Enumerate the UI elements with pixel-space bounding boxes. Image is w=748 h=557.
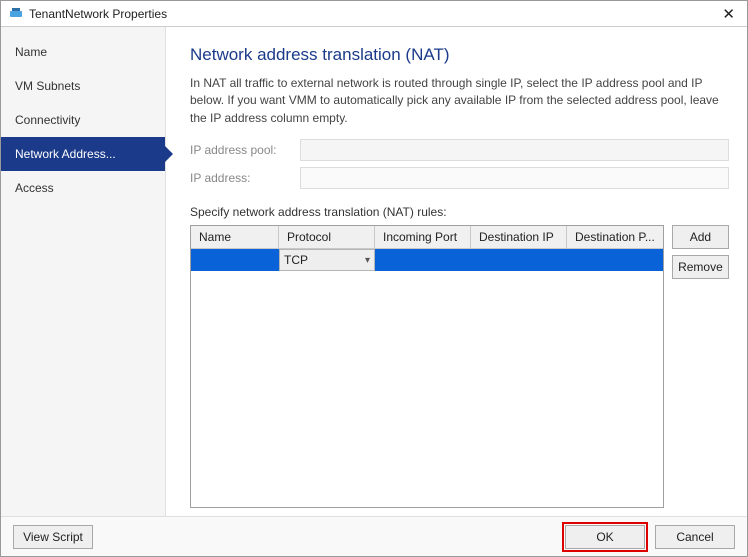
- ip-address-input[interactable]: [300, 167, 729, 189]
- cancel-label: Cancel: [676, 530, 713, 544]
- cancel-button[interactable]: Cancel: [655, 525, 735, 549]
- protocol-value: TCP: [284, 253, 308, 267]
- ip-pool-select[interactable]: [300, 139, 729, 161]
- page-title: Network address translation (NAT): [190, 45, 729, 65]
- sidebar-item-connectivity[interactable]: Connectivity: [1, 103, 165, 137]
- col-header-protocol[interactable]: Protocol: [279, 226, 375, 248]
- cell-protocol-select[interactable]: TCP ▾: [279, 249, 375, 271]
- rules-label: Specify network address translation (NAT…: [190, 205, 729, 219]
- window-title: TenantNetwork Properties: [29, 7, 167, 21]
- sidebar-item-label: VM Subnets: [15, 79, 80, 93]
- sidebar-item-access[interactable]: Access: [1, 171, 165, 205]
- sidebar-item-label: Access: [15, 181, 54, 195]
- ok-button[interactable]: OK: [565, 525, 645, 549]
- sidebar: Name VM Subnets Connectivity Network Add…: [1, 27, 166, 516]
- nat-rules-grid: Name Protocol Incoming Port Destination …: [190, 225, 664, 508]
- ip-address-label: IP address:: [190, 171, 300, 185]
- main-panel: Network address translation (NAT) In NAT…: [166, 27, 747, 516]
- cell-incoming-port[interactable]: [375, 249, 471, 271]
- col-header-name[interactable]: Name: [191, 226, 279, 248]
- remove-button[interactable]: Remove: [672, 255, 729, 279]
- app-icon: [9, 5, 23, 22]
- sidebar-item-label: Network Address...: [15, 147, 116, 161]
- page-description: In NAT all traffic to external network i…: [190, 75, 729, 127]
- cell-destination-port[interactable]: [567, 249, 663, 271]
- close-icon[interactable]: ✕: [718, 5, 739, 23]
- sidebar-item-name[interactable]: Name: [1, 35, 165, 69]
- remove-button-label: Remove: [678, 260, 723, 274]
- sidebar-item-vm-subnets[interactable]: VM Subnets: [1, 69, 165, 103]
- sidebar-item-network-address[interactable]: Network Address...: [1, 137, 165, 171]
- chevron-down-icon: ▾: [365, 255, 370, 266]
- col-header-destination-ip[interactable]: Destination IP: [471, 226, 567, 248]
- table-row[interactable]: TCP ▾: [191, 249, 663, 271]
- view-script-button[interactable]: View Script: [13, 525, 93, 549]
- sidebar-item-label: Connectivity: [15, 113, 80, 127]
- ok-label: OK: [596, 530, 613, 544]
- col-header-incoming-port[interactable]: Incoming Port: [375, 226, 471, 248]
- add-button-label: Add: [690, 230, 711, 244]
- add-button[interactable]: Add: [672, 225, 729, 249]
- title-bar: TenantNetwork Properties ✕: [1, 1, 747, 27]
- cell-name[interactable]: [191, 249, 279, 271]
- grid-header: Name Protocol Incoming Port Destination …: [191, 226, 663, 249]
- col-header-destination-port[interactable]: Destination P...: [567, 226, 663, 248]
- cell-destination-ip[interactable]: [471, 249, 567, 271]
- view-script-label: View Script: [23, 530, 83, 544]
- dialog-footer: View Script OK Cancel: [1, 516, 747, 556]
- ip-pool-label: IP address pool:: [190, 143, 300, 157]
- sidebar-item-label: Name: [15, 45, 47, 59]
